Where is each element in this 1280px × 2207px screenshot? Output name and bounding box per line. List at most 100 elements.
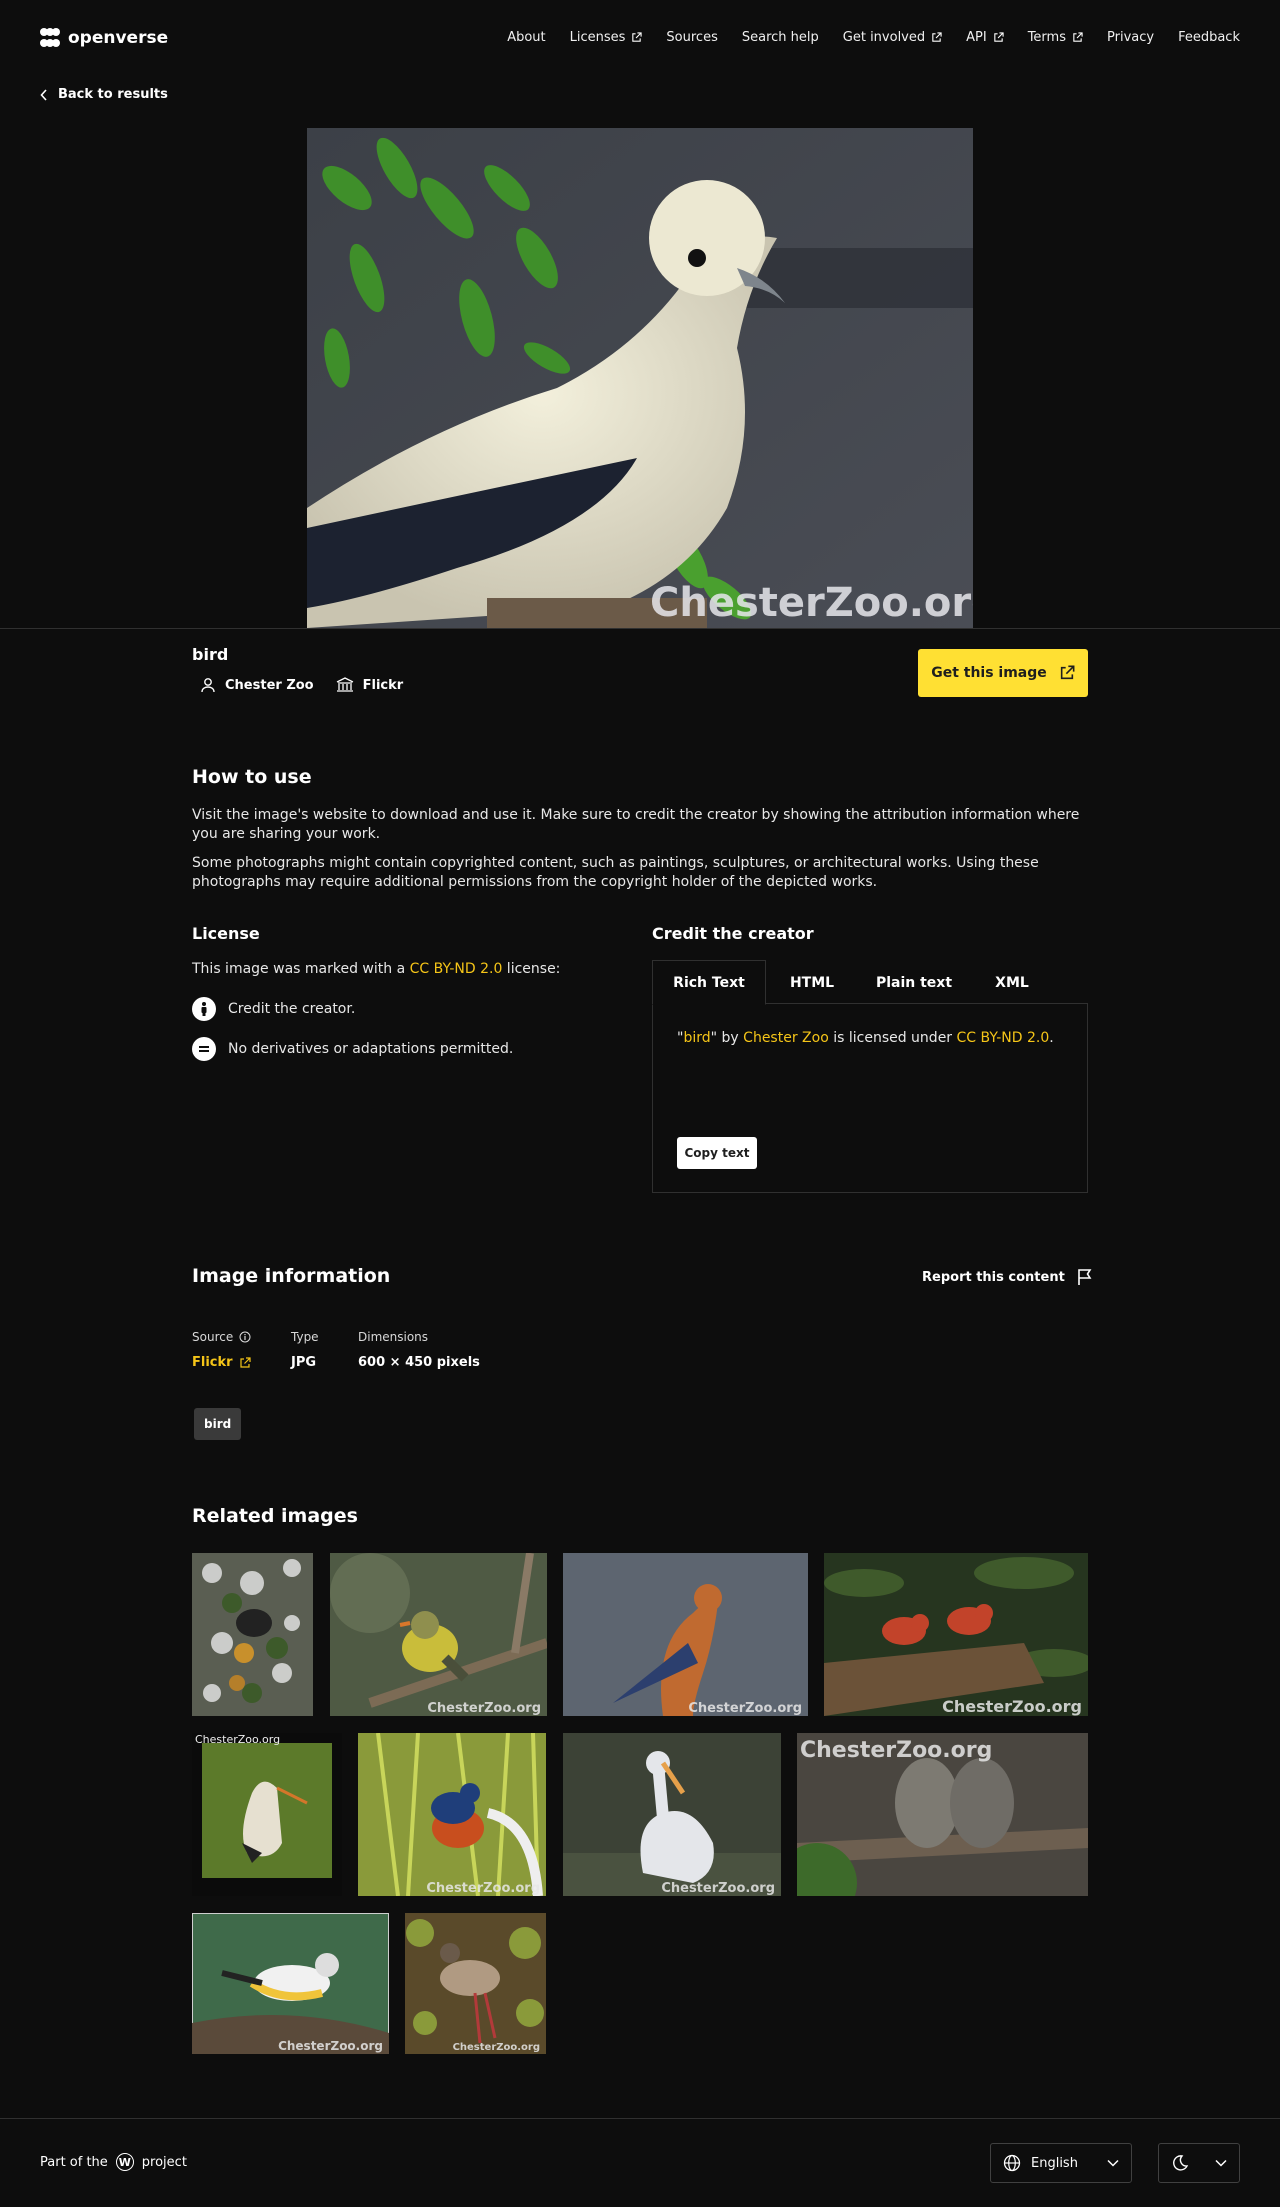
external-link-icon: [1060, 665, 1075, 680]
how-to-use-heading: How to use: [192, 766, 312, 788]
institution-icon: [336, 677, 353, 692]
get-button-label: Get this image: [931, 665, 1047, 681]
image-watermark: ChesterZoo.org: [650, 580, 973, 626]
nav-search-help[interactable]: Search help: [742, 30, 819, 45]
related-image[interactable]: [192, 1553, 313, 1716]
related-images-heading: Related images: [192, 1505, 358, 1527]
footer-divider: [0, 2118, 1280, 2119]
copy-text-button[interactable]: Copy text: [677, 1137, 757, 1169]
source-name: Flickr: [362, 677, 404, 693]
nav-feedback[interactable]: Feedback: [1178, 30, 1240, 45]
tab-plain-text[interactable]: Plain text: [858, 960, 970, 1005]
attribution-end: .: [1049, 1030, 1054, 1046]
logo-text: openverse: [68, 28, 169, 48]
attribution-title-link[interactable]: bird: [683, 1030, 710, 1046]
license-intro-post: license:: [502, 961, 561, 977]
nav-api[interactable]: API: [966, 30, 1004, 45]
tab-html[interactable]: HTML: [766, 960, 858, 1005]
credit-heading: Credit the creator: [652, 924, 814, 943]
related-image[interactable]: ChesterZoo.org: [330, 1553, 547, 1716]
thumb-watermark: ChesterZoo.org: [195, 1733, 280, 1746]
thumb-watermark: ChesterZoo.org: [661, 1881, 775, 1896]
license-item-text: No derivatives or adaptations permitted.: [228, 1041, 514, 1057]
creator-link[interactable]: Chester Zoo: [200, 677, 314, 693]
tab-rich-text[interactable]: Rich Text: [652, 960, 766, 1005]
nav-label: About: [507, 30, 546, 45]
logo-icon: [40, 28, 60, 48]
source-link[interactable]: Flickr: [336, 677, 404, 693]
nav-sources[interactable]: Sources: [666, 30, 717, 45]
related-photo: ChesterZoo.org: [824, 1553, 1088, 1716]
chevron-down-icon: [1215, 2159, 1227, 2167]
attribution-creator-link[interactable]: Chester Zoo: [743, 1030, 829, 1046]
nav-label: API: [966, 30, 987, 45]
image-meta: Chester Zoo Flickr: [200, 677, 403, 693]
chevron-down-icon: [1107, 2159, 1119, 2167]
related-image[interactable]: ChesterZoo.org: [824, 1553, 1088, 1716]
back-to-results-link[interactable]: Back to results: [40, 87, 168, 102]
license-item-text: Credit the creator.: [228, 1001, 356, 1017]
main-nav: About Licenses Sources Search help Get i…: [507, 30, 1240, 45]
tab-xml[interactable]: XML: [970, 960, 1054, 1005]
license-item-nd: No derivatives or adaptations permitted.: [192, 1037, 513, 1061]
related-image[interactable]: ChesterZoo.org: [405, 1913, 546, 2054]
external-link-icon: [632, 32, 643, 42]
external-link-icon: [932, 32, 942, 42]
attribution-by: by: [717, 1030, 744, 1046]
copyright-notice: Some photographs might contain copyright…: [192, 855, 1039, 890]
tag-bird[interactable]: bird: [194, 1408, 242, 1440]
type-value: JPG: [291, 1355, 317, 1370]
related-image[interactable]: ChesterZoo.org: [797, 1733, 1088, 1896]
thumb-watermark: ChesterZoo.org: [427, 1701, 541, 1716]
report-content-button[interactable]: Report this content: [922, 1268, 1093, 1286]
nav-label: Privacy: [1107, 30, 1155, 45]
nav-privacy[interactable]: Privacy: [1107, 30, 1154, 45]
wordpress-credit[interactable]: Part of the W project: [40, 2153, 187, 2171]
nav-terms[interactable]: Terms: [1028, 30, 1083, 45]
main-image[interactable]: ChesterZoo.org: [307, 128, 973, 628]
hero-divider: [0, 628, 1280, 629]
nav-label: Search help: [741, 30, 819, 45]
nav-label: Feedback: [1178, 30, 1240, 45]
bird-photo: ChesterZoo.org: [307, 128, 973, 628]
related-image[interactable]: ChesterZoo.org: [192, 1913, 389, 2054]
language-select[interactable]: English: [990, 2143, 1132, 2183]
related-image[interactable]: ChesterZoo.org: [358, 1733, 546, 1896]
related-image[interactable]: ChesterZoo.org: [563, 1733, 781, 1896]
source-value-link[interactable]: Flickr: [192, 1355, 251, 1370]
nav-licenses[interactable]: Licenses: [570, 30, 643, 45]
dimensions-label: Dimensions: [358, 1330, 429, 1344]
related-photo: [192, 1553, 313, 1716]
related-image[interactable]: ChesterZoo.org: [563, 1553, 808, 1716]
source-label: Source: [192, 1330, 251, 1344]
nav-get-involved[interactable]: Get involved: [843, 30, 942, 45]
external-link-icon: [993, 32, 1004, 42]
thumb-watermark: ChesterZoo.org: [800, 1738, 992, 1763]
source-value-text: Flickr: [192, 1355, 233, 1370]
related-photo: ChesterZoo.org: [192, 1733, 342, 1896]
get-this-image-button[interactable]: Get this image: [918, 649, 1088, 697]
person-icon: [201, 678, 215, 693]
license-intro-pre: This image was marked with a: [192, 961, 410, 977]
related-image[interactable]: ChesterZoo.org: [192, 1733, 342, 1896]
thumb-watermark: ChesterZoo.org: [426, 1881, 540, 1896]
nav-label: Get involved: [842, 30, 926, 45]
license-heading: License: [192, 924, 260, 943]
thumb-watermark: ChesterZoo.org: [942, 1697, 1082, 1716]
nav-label: Terms: [1027, 30, 1066, 45]
info-icon[interactable]: [239, 1331, 251, 1343]
footer-part-pre: Part of the: [40, 2154, 108, 2170]
license-link[interactable]: CC BY-ND 2.0: [410, 961, 503, 977]
thumb-watermark: ChesterZoo.org: [453, 2042, 540, 2053]
nav-label: Licenses: [569, 30, 626, 45]
openverse-logo[interactable]: openverse: [40, 28, 168, 48]
theme-select[interactable]: [1158, 2143, 1240, 2183]
nav-about[interactable]: About: [507, 30, 545, 45]
attribution-license-link[interactable]: CC BY-ND 2.0: [957, 1030, 1050, 1046]
chevron-left-icon: [40, 88, 47, 101]
type-label: Type: [291, 1330, 319, 1344]
image-information-heading: Image information: [192, 1265, 391, 1287]
related-photo: ChesterZoo.org: [405, 1913, 546, 2054]
related-photo: ChesterZoo.org: [563, 1733, 781, 1896]
moon-icon: [1173, 2155, 1189, 2171]
